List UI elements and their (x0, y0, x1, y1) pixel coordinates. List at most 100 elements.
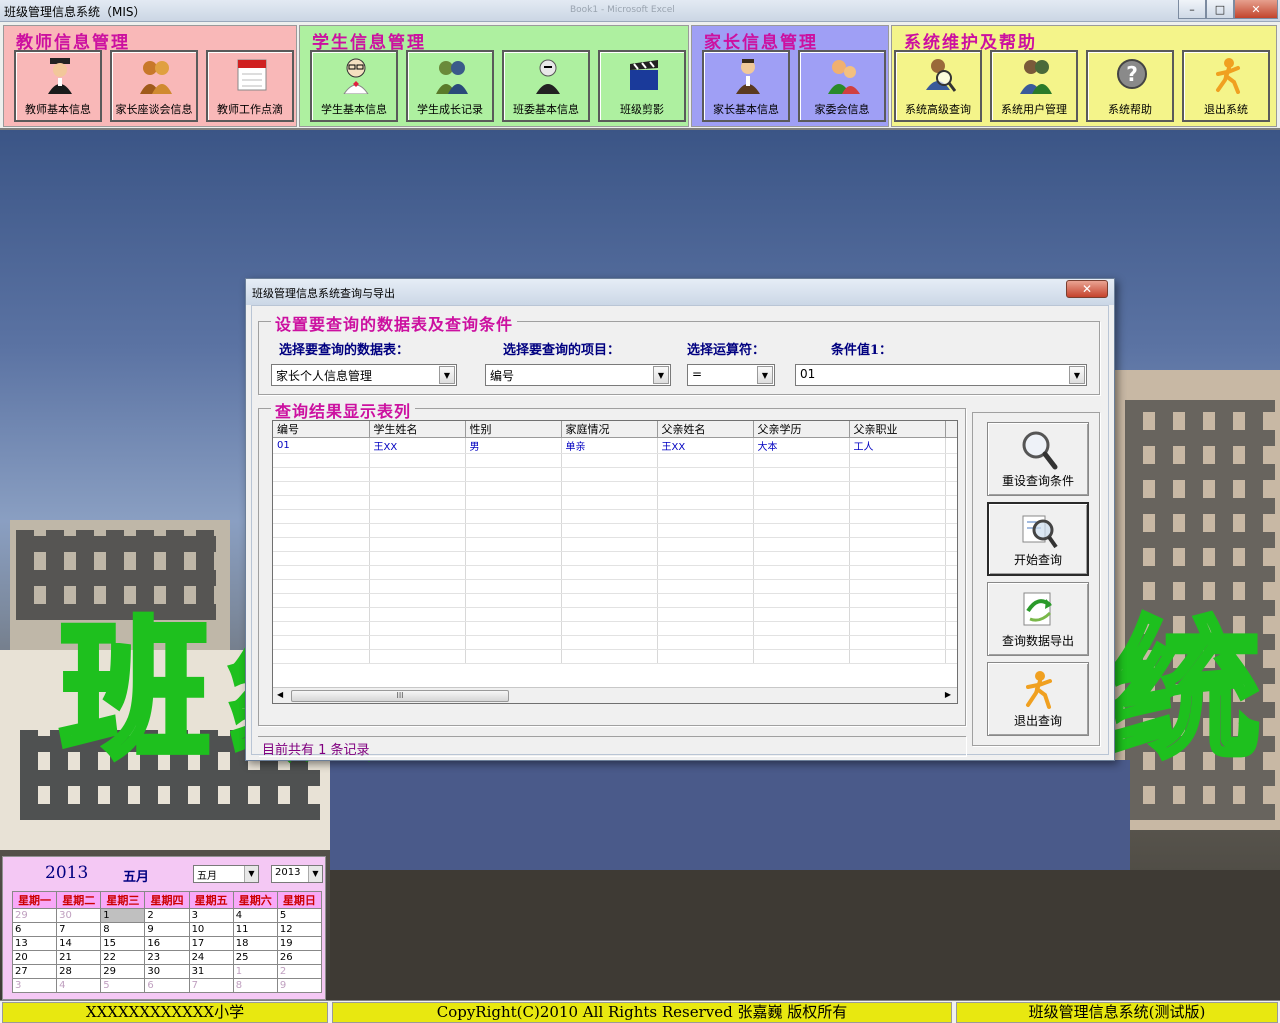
exit-query-button[interactable]: 退出查询 (987, 662, 1089, 736)
export-data-button[interactable]: 查询数据导出 (987, 582, 1089, 656)
scroll-right-icon[interactable]: ▶ (945, 690, 951, 699)
column-header[interactable]: 父亲职业 (849, 421, 946, 438)
calendar-day[interactable]: 15 (100, 936, 146, 951)
calendar-day[interactable]: 8 (100, 922, 146, 937)
calendar-day[interactable]: 29 (100, 964, 146, 979)
column-header[interactable]: 性别 (465, 421, 562, 438)
close-button[interactable]: ✕ (1234, 0, 1278, 19)
calendar-day[interactable]: 1 (232, 964, 278, 979)
scroll-left-icon[interactable]: ◀ (277, 690, 283, 699)
teacher-notes-button[interactable]: 教师工作点滴 (206, 50, 294, 122)
calendar-day[interactable]: 22 (100, 950, 146, 965)
table-cell[interactable]: 大本 (753, 437, 850, 454)
user-management-button[interactable]: 系统用户管理 (990, 50, 1078, 122)
calendar-day[interactable]: 9 (144, 922, 190, 937)
calendar-day[interactable]: 6 (144, 978, 190, 993)
calendar-day[interactable]: 29 (11, 908, 58, 923)
committee-info-button[interactable]: 班委基本信息 (502, 50, 590, 122)
calendar-day-selected[interactable]: 1 (100, 908, 146, 923)
month-select[interactable]: 五月 ▼ (193, 865, 259, 883)
calendar-day[interactable]: 19 (276, 936, 323, 951)
main-toolbar: 教师信息管理 教师基本信息 家长座谈会信息 教师工作点滴 学生信息管理 学生基本… (0, 22, 1280, 130)
horizontal-scrollbar[interactable]: ◀ III ▶ (273, 687, 957, 703)
calendar-day[interactable]: 3 (188, 908, 234, 923)
calendar-day[interactable]: 18 (232, 936, 278, 951)
chevron-down-icon: ▼ (653, 366, 669, 384)
calendar-day[interactable]: 28 (56, 964, 102, 979)
calendar-day[interactable]: 4 (232, 908, 278, 923)
calendar-day[interactable]: 23 (144, 950, 190, 965)
operator-select[interactable]: = ▼ (687, 364, 775, 386)
column-header[interactable]: 父亲姓名 (657, 421, 754, 438)
calendar-day[interactable]: 16 (144, 936, 190, 951)
table-row-empty (273, 621, 957, 636)
calendar-day[interactable]: 11 (232, 922, 278, 937)
calendar-day[interactable]: 3 (11, 978, 58, 993)
table-row[interactable]: 01 王XX 男 单亲 王XX 大本 工人 (273, 437, 957, 454)
column-header[interactable]: 家庭情况 (561, 421, 658, 438)
calendar-day[interactable]: 25 (232, 950, 278, 965)
advanced-query-button[interactable]: 系统高级查询 (894, 50, 982, 122)
table-cell[interactable]: 男 (465, 437, 562, 454)
value-input[interactable]: 01 ▼ (795, 364, 1087, 386)
calendar-week: 27 28 29 30 31 1 2 (11, 964, 323, 979)
calendar-day[interactable]: 8 (232, 978, 278, 993)
field-select-value: 编号 (490, 369, 515, 383)
minimize-button[interactable]: – (1178, 0, 1206, 19)
calendar-day[interactable]: 17 (188, 936, 234, 951)
table-cell[interactable]: 工人 (849, 437, 946, 454)
calendar-day[interactable]: 21 (56, 950, 102, 965)
parent-group: 家长信息管理 家长基本信息 家委会信息 (691, 25, 889, 127)
growth-record-button[interactable]: 学生成长记录 (406, 50, 494, 122)
calendar-day[interactable]: 27 (11, 964, 58, 979)
calendar-day[interactable]: 30 (144, 964, 190, 979)
calendar-day[interactable]: 7 (188, 978, 234, 993)
calendar-day[interactable]: 2 (144, 908, 190, 923)
calendar-day[interactable]: 14 (56, 936, 102, 951)
table-cell[interactable]: 王XX (657, 437, 754, 454)
table-select[interactable]: 家长个人信息管理 ▼ (271, 364, 457, 386)
system-help-button[interactable]: ? 系统帮助 (1086, 50, 1174, 122)
table-row-empty (273, 509, 957, 524)
results-grid[interactable]: 编号 学生姓名 性别 家庭情况 父亲姓名 父亲学历 父亲职业 01 王XX 男 … (272, 420, 958, 704)
teacher-info-button[interactable]: 教师基本信息 (14, 50, 102, 122)
calendar-day[interactable]: 26 (276, 950, 323, 965)
calendar-day[interactable]: 5 (276, 908, 323, 923)
field-select[interactable]: 编号 ▼ (485, 364, 671, 386)
value-input-label: 条件值1： (831, 343, 893, 358)
query-dialog: 班级管理信息系统查询与导出 ✕ 设置要查询的数据表及查询条件 选择要查询的数据表… (245, 278, 1115, 761)
calendar-day[interactable]: 4 (56, 978, 102, 993)
calendar-day[interactable]: 13 (11, 936, 58, 951)
parent-meeting-button[interactable]: 家长座谈会信息 (110, 50, 198, 122)
maximize-button[interactable]: □ (1206, 0, 1234, 19)
student-group: 学生信息管理 学生基本信息 学生成长记录 班委基本信息 班级剪影 (299, 25, 689, 127)
calendar-day[interactable]: 24 (188, 950, 234, 965)
scrollbar-thumb[interactable]: III (291, 690, 509, 702)
student-info-button[interactable]: 学生基本信息 (310, 50, 398, 122)
class-gallery-button[interactable]: 班级剪影 (598, 50, 686, 122)
dialog-close-button[interactable]: ✕ (1066, 280, 1108, 298)
dialog-titlebar[interactable]: 班级管理信息系统查询与导出 ✕ (246, 279, 1114, 305)
calendar-day[interactable]: 20 (11, 950, 58, 965)
calendar-day[interactable]: 9 (276, 978, 323, 993)
parent-committee-button[interactable]: 家委会信息 (798, 50, 886, 122)
column-header[interactable]: 编号 (273, 421, 370, 438)
calendar-day[interactable]: 6 (11, 922, 58, 937)
parent-info-button[interactable]: 家长基本信息 (702, 50, 790, 122)
calendar-day[interactable]: 30 (56, 908, 102, 923)
calendar-day[interactable]: 10 (188, 922, 234, 937)
calendar-day[interactable]: 2 (276, 964, 323, 979)
table-cell[interactable]: 01 (273, 437, 370, 454)
calendar-day[interactable]: 31 (188, 964, 234, 979)
column-header[interactable]: 学生姓名 (369, 421, 466, 438)
calendar-day[interactable]: 5 (100, 978, 146, 993)
start-query-button[interactable]: 开始查询 (987, 502, 1089, 576)
calendar-day[interactable]: 12 (276, 922, 323, 937)
column-header[interactable]: 父亲学历 (753, 421, 850, 438)
table-cell[interactable]: 王XX (369, 437, 466, 454)
calendar-day[interactable]: 7 (56, 922, 102, 937)
exit-system-button[interactable]: 退出系统 (1182, 50, 1270, 122)
table-cell[interactable]: 单亲 (561, 437, 658, 454)
reset-conditions-button[interactable]: 重设查询条件 (987, 422, 1089, 496)
year-select[interactable]: 2013 ▼ (271, 865, 323, 883)
